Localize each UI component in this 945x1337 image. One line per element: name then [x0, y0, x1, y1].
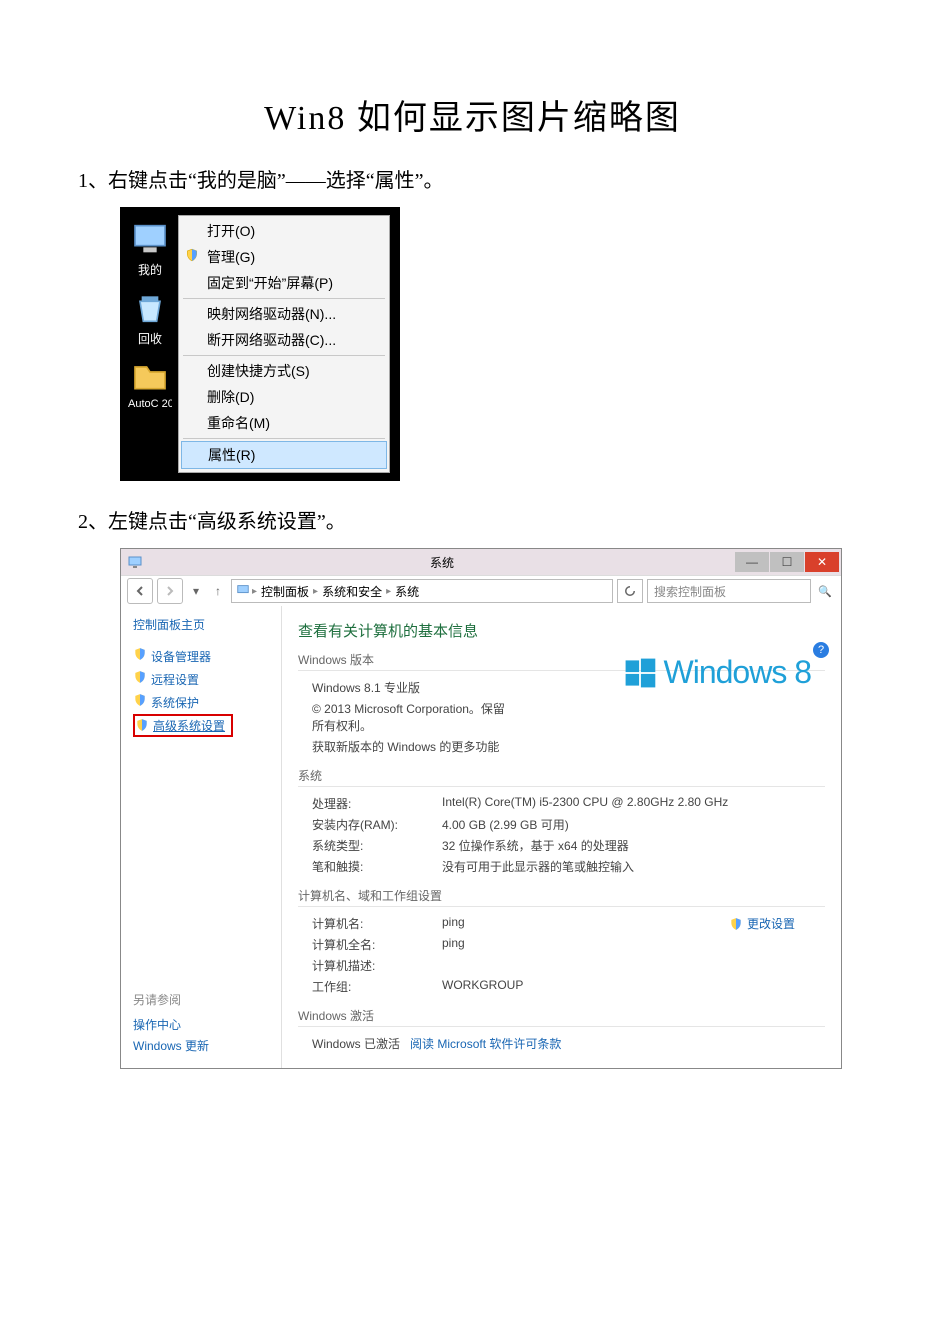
- search-icon[interactable]: 🔍: [815, 585, 835, 598]
- shield-icon: [133, 693, 147, 707]
- ctx-rename[interactable]: 重命名(M): [179, 410, 389, 436]
- license-terms-link[interactable]: 阅读 Microsoft 软件许可条款: [410, 1037, 561, 1051]
- ctx-pin-start[interactable]: 固定到“开始”屏幕(P): [179, 270, 389, 296]
- ctx-disconnect-drive[interactable]: 断开网络驱动器(C)...: [179, 327, 389, 353]
- ctx-manage[interactable]: 管理(G): [179, 244, 389, 270]
- system-type-row: 系统类型:32 位操作系统，基于 x64 的处理器: [298, 835, 825, 856]
- shield-icon: [729, 917, 743, 931]
- breadcrumb-item[interactable]: 控制面板: [259, 583, 311, 600]
- breadcrumb-icon: [236, 583, 250, 600]
- nav-bar: ▾ ↑ ▸ 控制面板 ▸ 系统和安全 ▸ 系统 搜索控制面板 🔍: [121, 575, 841, 606]
- breadcrumb-item[interactable]: 系统和安全: [320, 583, 384, 600]
- maximize-button[interactable]: ☐: [770, 552, 804, 572]
- change-settings-link[interactable]: 更改设置: [729, 915, 795, 932]
- recycle-bin-icon: [130, 288, 170, 328]
- ctx-create-shortcut[interactable]: 创建快捷方式(S): [179, 358, 389, 384]
- remote-settings-link[interactable]: 远程设置: [133, 668, 273, 691]
- my-computer-label: 我的: [128, 261, 172, 278]
- folder-icon: [130, 357, 170, 397]
- right-pane: 查看有关计算机的基本信息 Windows 8 Windows 版本 Window…: [282, 606, 841, 1068]
- folder-label: AutoC 20: [128, 399, 172, 410]
- system-icon: [127, 554, 143, 570]
- system-protection-link[interactable]: 系统保护: [133, 691, 273, 714]
- windows-brand: Windows 8: [622, 654, 812, 691]
- nav-back-button[interactable]: [127, 578, 153, 604]
- get-more-features-link[interactable]: 获取新版本的 Windows 的更多功能: [312, 738, 512, 755]
- left-pane: 控制面板主页 设备管理器 远程设置 系统保护 高级系统设置: [121, 606, 282, 1068]
- copyright-text: © 2013 Microsoft Corporation。保留所有权利。: [312, 700, 512, 734]
- ctx-delete[interactable]: 删除(D): [179, 384, 389, 410]
- section-computer-name: 计算机名、域和工作组设置: [298, 887, 825, 907]
- device-manager-link[interactable]: 设备管理器: [133, 645, 273, 668]
- shield-icon: [135, 718, 149, 732]
- ram-row: 安装内存(RAM):4.00 GB (2.99 GB 可用): [298, 814, 825, 835]
- chevron-right-icon: ▸: [386, 586, 391, 597]
- pen-touch-row: 笔和触摸:没有可用于此显示器的笔或触控输入: [298, 856, 825, 877]
- shield-icon: [185, 248, 199, 262]
- nav-up-button[interactable]: ↑: [209, 579, 227, 603]
- refresh-button[interactable]: [617, 579, 643, 603]
- separator: [183, 298, 385, 299]
- section-system: 系统: [298, 767, 825, 787]
- ctx-open[interactable]: 打开(O): [179, 218, 389, 244]
- ctx-map-drive[interactable]: 映射网络驱动器(N)...: [179, 301, 389, 327]
- screenshot-context-menu: 我的 回收 AutoC 20 打开(O) 管理(G) 固定到“开始”屏幕(P): [120, 207, 400, 481]
- minimize-button[interactable]: —: [735, 552, 769, 572]
- page-title: Win8 如何显示图片缩略图: [78, 90, 867, 139]
- advanced-system-settings-link[interactable]: 高级系统设置: [133, 714, 233, 737]
- separator: [183, 355, 385, 356]
- my-computer-icon: [130, 219, 170, 259]
- screenshot-system-panel: 系统 — ☐ ✕ ▾ ↑ ▸ 控制面板 ▸ 系统和: [120, 548, 842, 1069]
- windows-brand-text: Windows 8: [664, 654, 812, 691]
- shield-icon: [133, 670, 147, 684]
- nav-forward-button[interactable]: [157, 578, 183, 604]
- action-center-link[interactable]: 操作中心: [133, 1014, 209, 1035]
- computer-description-row: 计算机描述:: [298, 955, 825, 976]
- workgroup-row: 工作组:WORKGROUP: [298, 976, 825, 997]
- activation-row: Windows 已激活 阅读 Microsoft 软件许可条款: [298, 1033, 825, 1054]
- window-titlebar: 系统 — ☐ ✕: [121, 549, 841, 575]
- step-2-text: 2、左键点击“高级系统设置”。: [78, 505, 867, 534]
- full-computer-name-row: 计算机全名:ping: [298, 934, 825, 955]
- context-menu: 打开(O) 管理(G) 固定到“开始”屏幕(P) 映射网络驱动器(N)... 断…: [178, 215, 390, 473]
- chevron-right-icon: ▸: [313, 586, 318, 597]
- section-activation: Windows 激活: [298, 1007, 825, 1027]
- close-button[interactable]: ✕: [805, 552, 839, 572]
- windows-update-link[interactable]: Windows 更新: [133, 1035, 209, 1056]
- see-also-section: 另请参阅 操作中心 Windows 更新: [133, 989, 209, 1056]
- step-1-text: 1、右键点击“我的是脑”——选择“属性”。: [78, 164, 867, 193]
- see-also-heading: 另请参阅: [133, 989, 209, 1010]
- nav-recent-button[interactable]: ▾: [187, 579, 205, 603]
- search-input[interactable]: 搜索控制面板: [647, 579, 811, 603]
- windows-logo-icon: [622, 655, 658, 691]
- breadcrumb-item[interactable]: 系统: [393, 583, 421, 600]
- window-title: 系统: [149, 554, 735, 571]
- separator: [183, 438, 385, 439]
- control-panel-home-link[interactable]: 控制面板主页: [133, 616, 273, 633]
- main-heading: 查看有关计算机的基本信息: [298, 620, 825, 641]
- breadcrumb[interactable]: ▸ 控制面板 ▸ 系统和安全 ▸ 系统: [231, 579, 613, 603]
- recycle-bin-label: 回收: [128, 330, 172, 347]
- chevron-right-icon: ▸: [252, 586, 257, 597]
- cpu-row: 处理器:Intel(R) Core(TM) i5-2300 CPU @ 2.80…: [298, 793, 825, 814]
- shield-icon: [133, 647, 147, 661]
- ctx-properties[interactable]: 属性(R): [181, 441, 387, 469]
